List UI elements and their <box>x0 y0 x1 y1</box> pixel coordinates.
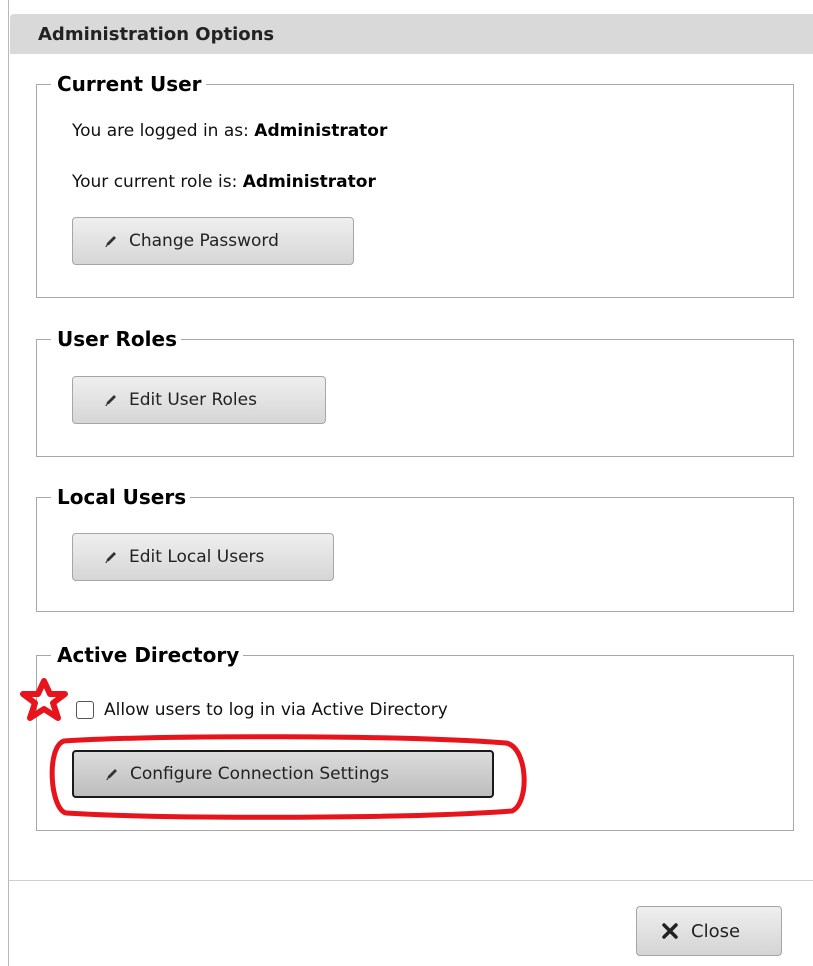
edit-local-users-label: Edit Local Users <box>129 547 265 567</box>
change-password-label: Change Password <box>129 231 279 251</box>
local-users-legend: Local Users <box>57 485 187 509</box>
allow-ad-login-checkbox[interactable] <box>76 701 94 719</box>
footer-divider <box>9 880 813 881</box>
dialog-title: Administration Options <box>38 24 275 45</box>
allow-ad-login-label[interactable]: Allow users to log in via Active Directo… <box>104 700 448 720</box>
allow-ad-login-row: Allow users to log in via Active Directo… <box>76 700 448 720</box>
dialog-titlebar: Administration Options <box>10 14 813 54</box>
pencil-icon <box>105 236 116 247</box>
pencil-icon <box>105 395 116 406</box>
active-directory-legend: Active Directory <box>57 643 240 667</box>
close-button[interactable]: Close <box>636 906 782 956</box>
logged-in-value: Administrator <box>254 121 388 141</box>
change-password-button[interactable]: Change Password <box>72 217 354 265</box>
current-role-line: Your current role is: Administrator <box>72 172 376 192</box>
red-star-annotation-icon <box>20 678 68 721</box>
logged-in-line: You are logged in as: Administrator <box>72 121 387 141</box>
edit-user-roles-label: Edit User Roles <box>129 390 257 410</box>
current-role-value: Administrator <box>242 172 376 192</box>
user-roles-legend: User Roles <box>57 327 177 351</box>
red-highlight-ellipse-annotation <box>49 734 527 820</box>
current-role-prefix: Your current role is: <box>72 172 238 192</box>
close-label: Close <box>691 920 741 942</box>
current-user-legend: Current User <box>57 72 202 96</box>
pencil-icon <box>105 552 116 563</box>
close-x-icon <box>662 923 678 939</box>
edit-local-users-button[interactable]: Edit Local Users <box>72 533 334 581</box>
edit-user-roles-button[interactable]: Edit User Roles <box>72 376 326 424</box>
logged-in-prefix: You are logged in as: <box>72 121 249 141</box>
